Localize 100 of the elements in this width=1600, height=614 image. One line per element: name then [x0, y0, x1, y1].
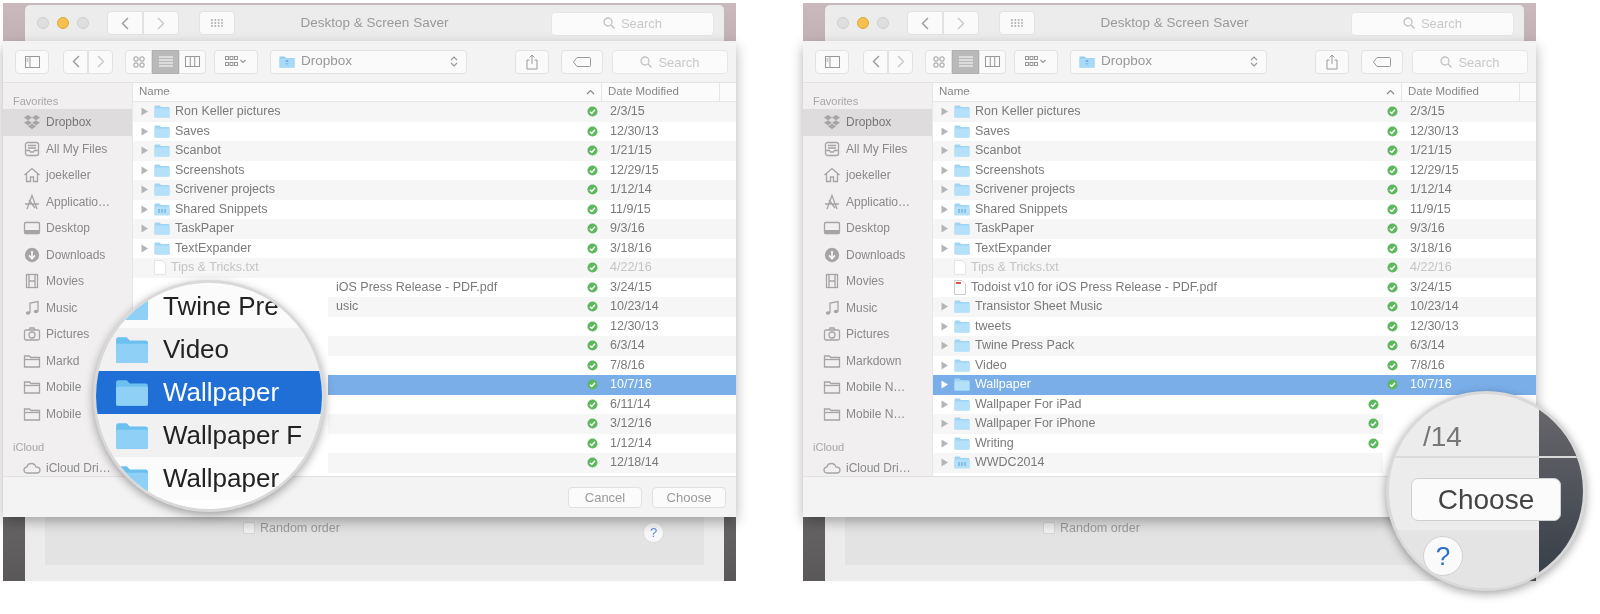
- file-row[interactable]: Shared Snippets 11/9/15: [933, 199, 1536, 219]
- back-button[interactable]: [907, 11, 943, 35]
- file-row[interactable]: Saves 12/30/13: [933, 121, 1536, 141]
- file-row[interactable]: Twine Press Pack 6/3/14: [933, 336, 1536, 356]
- sidebar-item[interactable]: Downloads: [23, 241, 107, 268]
- view-mode-button[interactable]: [152, 49, 179, 74]
- column-header[interactable]: Date Modified: [602, 83, 720, 101]
- file-row[interactable]: Shared Snippets 11/9/15: [133, 199, 736, 219]
- sidebar-item[interactable]: Mobile N…: [823, 400, 907, 427]
- sidebar-item[interactable]: Markd: [23, 347, 81, 374]
- sidebar-toggle-button[interactable]: [815, 49, 849, 74]
- file-row[interactable]: 6/3/14: [328, 336, 736, 356]
- sidebar-item[interactable]: Mobile: [23, 400, 83, 427]
- file-row[interactable]: TextExpander 3/18/16: [933, 238, 1536, 258]
- file-row[interactable]: 6/11/14: [328, 394, 736, 414]
- back-button[interactable]: [63, 49, 88, 74]
- file-row[interactable]: iOS Press Release - PDF.pdf 3/24/15: [328, 277, 736, 297]
- show-all-button[interactable]: [199, 11, 235, 35]
- help-button[interactable]: ?: [643, 522, 664, 543]
- choose-button[interactable]: Choose: [1411, 478, 1561, 521]
- share-button[interactable]: [515, 49, 549, 74]
- file-row[interactable]: TaskPaper 9/3/16: [933, 219, 1536, 239]
- forward-button[interactable]: [88, 49, 113, 74]
- back-button[interactable]: [863, 49, 888, 74]
- forward-button[interactable]: [943, 11, 979, 35]
- sidebar-item[interactable]: Downloads: [823, 241, 907, 268]
- file-row[interactable]: usic 10/23/14: [328, 297, 736, 317]
- sidebar-item[interactable]: Applicatio…: [823, 188, 912, 215]
- file-row[interactable]: 7/8/16: [328, 355, 736, 375]
- location-popup[interactable]: Dropbox: [1070, 49, 1267, 74]
- file-row[interactable]: Wallpaper For iPad: [933, 394, 1383, 414]
- back-button[interactable]: [107, 11, 143, 35]
- sidebar-item[interactable]: Mobile: [23, 374, 83, 401]
- file-row[interactable]: Saves 12/30/13: [133, 121, 736, 141]
- sidebar-item[interactable]: Movies: [823, 268, 885, 295]
- file-row[interactable]: 1/12/14: [328, 433, 736, 453]
- sidebar-item[interactable]: All My Files: [23, 135, 109, 162]
- file-row[interactable]: Ron Keller pictures 2/3/15: [933, 102, 1536, 122]
- sidebar-item[interactable]: Dropbox: [803, 109, 932, 136]
- view-mode-button[interactable]: [952, 49, 979, 74]
- file-row[interactable]: Screenshots 12/29/15: [133, 160, 736, 180]
- file-row[interactable]: Todoist v10 for iOS Press Release - PDF.pdf 3/24/15: [933, 277, 1536, 297]
- sidebar-item[interactable]: Music: [23, 294, 79, 321]
- show-all-button[interactable]: [999, 11, 1035, 35]
- sidebar-item[interactable]: Music: [823, 294, 879, 321]
- close-button[interactable]: [837, 17, 849, 29]
- arrange-button[interactable]: [1014, 49, 1058, 74]
- sidebar-item[interactable]: iCloud Dri…: [23, 455, 112, 482]
- file-row[interactable]: Scrivener projects 1/12/14: [133, 180, 736, 200]
- random-order-checkbox[interactable]: Random order: [1043, 519, 1140, 538]
- sidebar-item[interactable]: Movies: [23, 268, 85, 295]
- file-row[interactable]: Wallpaper 10/7/16: [933, 375, 1536, 395]
- random-order-checkbox[interactable]: Random order: [243, 519, 340, 538]
- file-row[interactable]: Scrivener projects 1/12/14: [933, 180, 1536, 200]
- file-row[interactable]: 12/30/13: [328, 316, 736, 336]
- file-row[interactable]: Wallpaper For iPhone: [933, 414, 1383, 434]
- file-row[interactable]: Scanbot 1/21/15: [133, 141, 736, 161]
- column-header[interactable]: Date Modified: [1402, 83, 1520, 101]
- file-row[interactable]: WWDC2014: [933, 453, 1383, 473]
- share-button[interactable]: [1315, 49, 1349, 74]
- file-row[interactable]: TaskPaper 9/3/16: [133, 219, 736, 239]
- sidebar-item[interactable]: joekeller: [823, 162, 892, 189]
- file-row[interactable]: Writing: [933, 433, 1383, 453]
- file-row[interactable]: Transistor Sheet Music 10/23/14: [933, 297, 1536, 317]
- zoom-button[interactable]: [77, 17, 89, 29]
- file-row[interactable]: 3/12/16: [328, 414, 736, 434]
- forward-button[interactable]: [143, 11, 179, 35]
- sidebar-item[interactable]: All My Files: [823, 135, 909, 162]
- arrange-button[interactable]: [214, 49, 258, 74]
- close-button[interactable]: [37, 17, 49, 29]
- zoom-button[interactable]: [877, 17, 889, 29]
- sidebar-item[interactable]: Markdown: [823, 347, 903, 374]
- sidebar-item[interactable]: Desktop: [823, 215, 892, 242]
- file-row[interactable]: tweets 12/30/13: [933, 316, 1536, 336]
- sidebar-toggle-button[interactable]: [15, 49, 49, 74]
- sidebar-item[interactable]: Desktop: [23, 215, 92, 242]
- minimize-button[interactable]: [57, 17, 69, 29]
- file-row[interactable]: Ron Keller pictures 2/3/15: [133, 102, 736, 122]
- file-row[interactable]: Video 7/8/16: [933, 355, 1536, 375]
- column-header[interactable]: Name: [933, 83, 1402, 101]
- sidebar-item[interactable]: Applicatio…: [23, 188, 112, 215]
- file-row[interactable]: Screenshots 12/29/15: [933, 160, 1536, 180]
- sidebar-item[interactable]: Dropbox: [3, 109, 132, 136]
- file-row[interactable]: Scanbot 1/21/15: [933, 141, 1536, 161]
- dialog-button[interactable]: Choose: [652, 486, 726, 508]
- file-row[interactable]: 12/18/14: [328, 453, 736, 473]
- minimize-button[interactable]: [857, 17, 869, 29]
- file-row[interactable]: 10/7/16: [328, 375, 736, 395]
- sidebar-item[interactable]: Pictures: [823, 321, 891, 348]
- tag-button[interactable]: [561, 49, 603, 74]
- file-row[interactable]: TextExpander 3/18/16: [133, 238, 736, 258]
- sidebar-item[interactable]: joekeller: [23, 162, 92, 189]
- sidebar-item[interactable]: Mobile N…: [823, 374, 907, 401]
- tag-button[interactable]: [1361, 49, 1403, 74]
- forward-button[interactable]: [888, 49, 913, 74]
- column-header[interactable]: Name: [133, 83, 602, 101]
- sidebar-item[interactable]: iCloud Dri…: [823, 455, 912, 482]
- location-popup[interactable]: Dropbox: [270, 49, 467, 74]
- sidebar-item[interactable]: Pictures: [23, 321, 91, 348]
- dialog-button[interactable]: Cancel: [568, 486, 642, 508]
